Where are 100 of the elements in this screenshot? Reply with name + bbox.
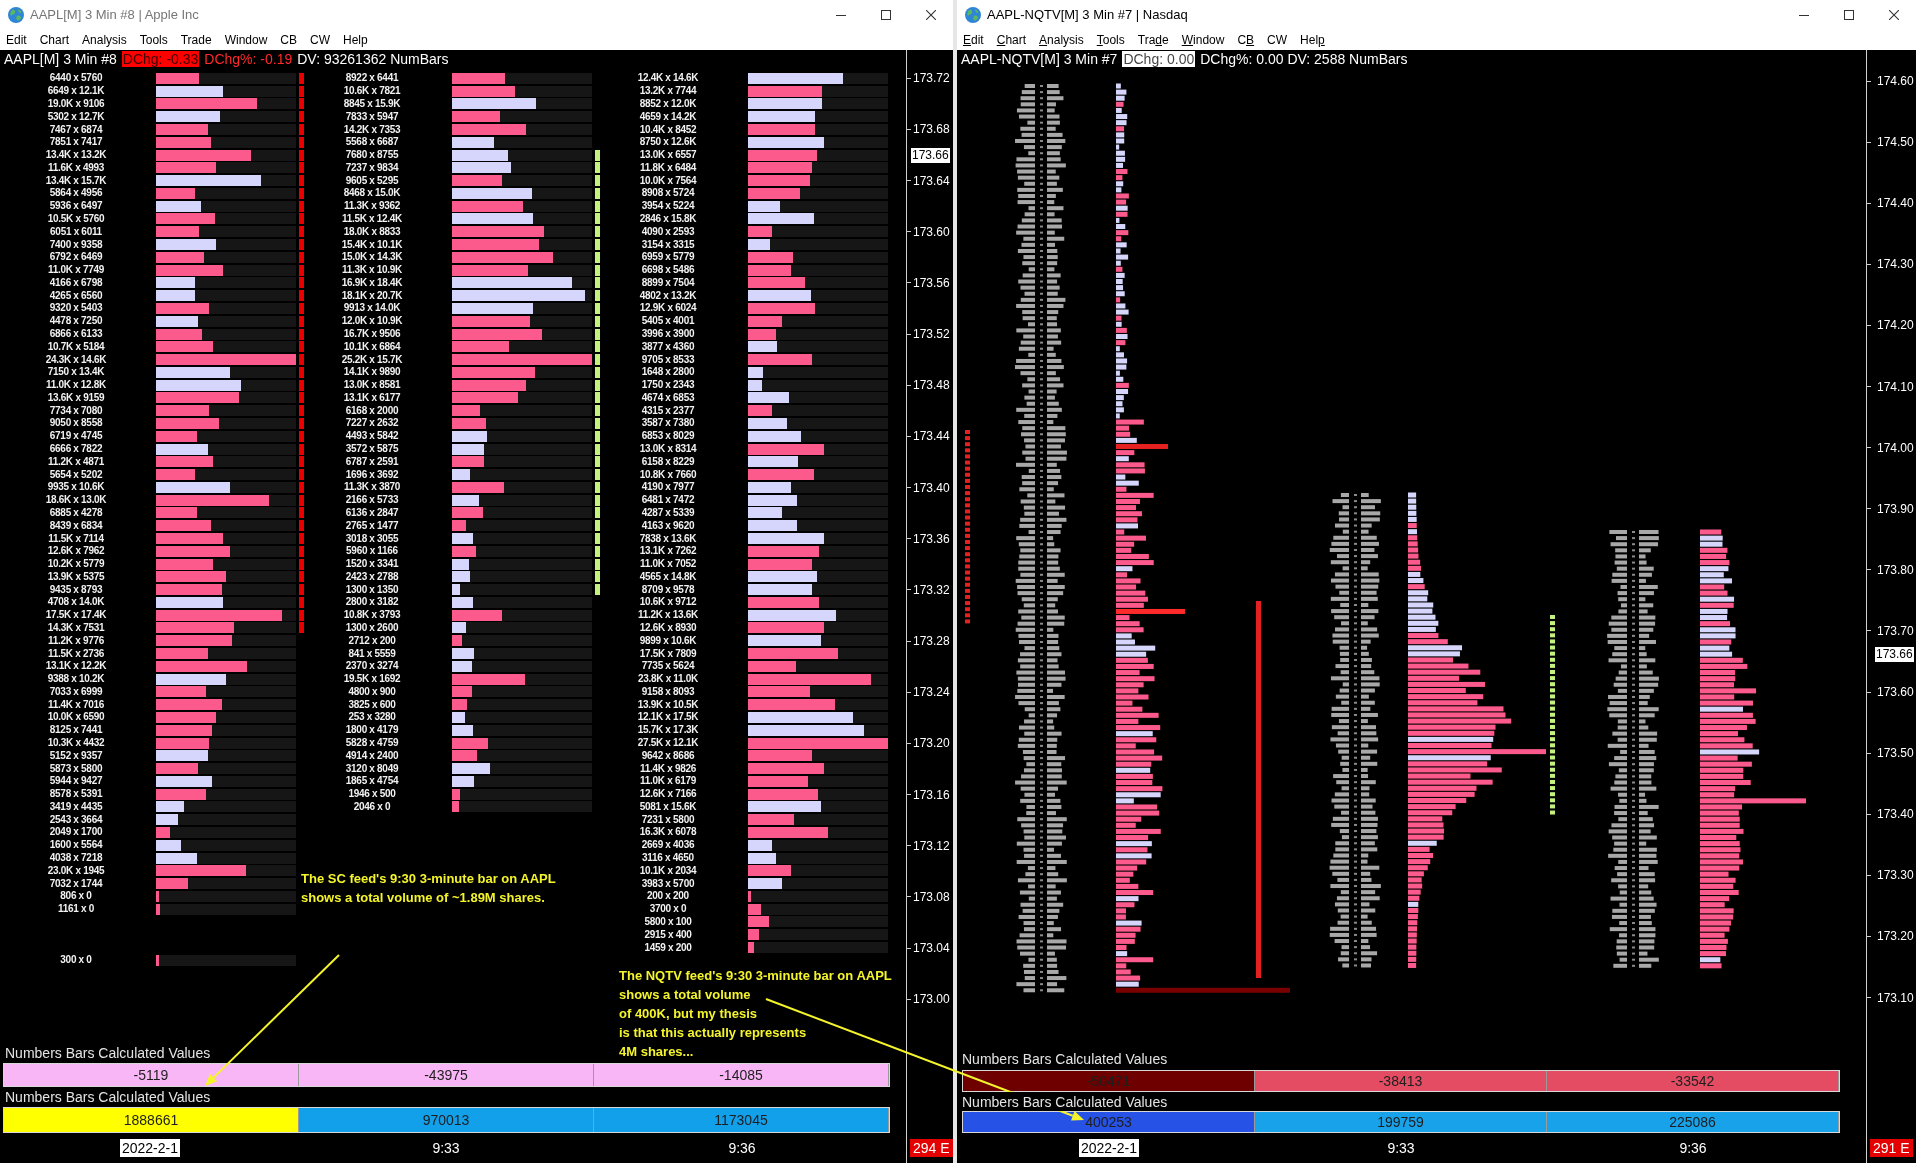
- bid-ask-volume: 13.1K x 7262: [638, 546, 698, 557]
- value-cell: 225086: [1547, 1112, 1839, 1132]
- bid-ask-volume: 25.2K x 15.7K: [340, 354, 404, 365]
- annotation-text: The SC feed's 9:30 3-minute bar on AAPL shows a total volume of ~1.89M shares.: [301, 870, 556, 907]
- bid-ask-volume: 7735 x 5624: [640, 661, 696, 672]
- bid-ask-volume: 14.2K x 7353: [342, 124, 402, 135]
- bid-ask-volume: 12.0K x 10.9K: [340, 316, 404, 327]
- bid-ask-volume: 14.1K x 9890: [342, 367, 402, 378]
- value-cell: -5119: [4, 1064, 299, 1086]
- bid-ask-volume: 13.0K x 6557: [638, 150, 698, 161]
- menu-item[interactable]: CW: [1267, 34, 1288, 46]
- menu-item[interactable]: CB: [1237, 34, 1255, 46]
- price-label: 173.56: [913, 276, 950, 289]
- date-label: 2022-2-1: [119, 1139, 180, 1157]
- bid-ask-volume: 1300 x 2600: [344, 623, 400, 633]
- bid-ask-volume: 10.4K x 8452: [638, 124, 698, 135]
- menu-item[interactable]: Tools: [1096, 34, 1125, 46]
- bid-ask-volume: 8578 x 5391: [48, 789, 104, 800]
- daily-change-box: DChg: 0.00: [1122, 51, 1196, 67]
- bid-ask-volume: 1520 x 3341: [344, 559, 400, 570]
- window-title: AAPL-NQTV[M] 3 Min #7 | Nasdaq: [987, 6, 1188, 25]
- menu-item[interactable]: Window: [224, 34, 268, 46]
- menu-item[interactable]: Chart: [39, 34, 70, 46]
- bid-ask-volume: 9388 x 10.2K: [46, 674, 106, 685]
- value-cell: 970013: [299, 1108, 594, 1132]
- bid-ask-volume: 4315 x 2377: [640, 405, 696, 416]
- bid-ask-volume: 11.0K x 7052: [639, 559, 697, 570]
- price-label: 174.20: [1877, 319, 1914, 332]
- price-label: 173.60: [1877, 686, 1914, 698]
- bar-count-badge: 291 E: [1870, 1139, 1913, 1157]
- bid-ask-volume: 5936 x 6497: [48, 201, 104, 212]
- bid-ask-volume: 4287 x 5339: [640, 507, 696, 518]
- menu-item[interactable]: Analysis: [82, 34, 127, 46]
- menu-item[interactable]: Help: [1300, 34, 1325, 46]
- bid-ask-volume: 5654 x 5202: [48, 469, 104, 480]
- bid-ask-volume: 2046 x 0: [352, 801, 392, 812]
- bid-ask-volume: 8899 x 7504: [640, 277, 696, 288]
- bid-ask-volume: 3419 x 4435: [48, 801, 104, 812]
- bid-ask-volume: 11.0K x 6179: [639, 776, 697, 787]
- bid-ask-volume: 7400 x 9358: [48, 239, 104, 250]
- bid-ask-volume: 11.2K x 4871: [47, 456, 105, 467]
- menu-item[interactable]: Window: [1181, 34, 1225, 46]
- bid-ask-volume: 9320 x 5403: [48, 303, 104, 314]
- price-label: 173.20: [1877, 930, 1914, 943]
- bid-ask-volume: 253 x 3280: [347, 712, 397, 723]
- bid-ask-volume: 7833 x 5947: [344, 111, 400, 122]
- bid-ask-volume: 4802 x 13.2K: [638, 290, 698, 301]
- bid-ask-volume: 6666 x 7822: [48, 444, 104, 455]
- menu-item[interactable]: Help: [343, 34, 368, 46]
- price-label: 173.28: [913, 635, 950, 648]
- menu-item[interactable]: Analysis: [1039, 34, 1084, 46]
- bid-ask-volume: 5873 x 5800: [48, 763, 104, 774]
- bid-ask-volume: 5152 x 9357: [48, 750, 104, 761]
- bid-ask-volume: 7680 x 8755: [344, 150, 400, 161]
- bid-ask-volume: 8439 x 6834: [48, 520, 104, 531]
- bid-ask-volume: 8709 x 9578: [640, 584, 696, 595]
- price-label: 173.44: [913, 430, 950, 443]
- bid-ask-volume: 6158 x 8229: [640, 456, 696, 467]
- bid-ask-volume: 3572 x 5875: [344, 444, 400, 455]
- bid-ask-volume: 19.0K x 9106: [46, 98, 106, 109]
- bid-ask-volume: 4090 x 2593: [640, 226, 696, 237]
- bid-ask-volume: 10.1K x 2034: [638, 865, 698, 876]
- price-label: 173.90: [1877, 502, 1914, 515]
- window-title: AAPL[M] 3 Min #8 | Apple Inc: [30, 6, 199, 25]
- time-label: 9:33: [1387, 1139, 1415, 1157]
- bid-ask-volume: 7150 x 13.4K: [46, 367, 106, 378]
- panel-label: Numbers Bars Calculated Values: [962, 1092, 1168, 1111]
- bid-ask-volume: 8908 x 5724: [640, 188, 696, 199]
- value-cell: -33542: [1547, 1071, 1839, 1091]
- bid-ask-volume: 10.6K x 7821: [342, 86, 402, 97]
- menu-item[interactable]: Trade: [180, 34, 212, 46]
- menu-item[interactable]: Edit: [6, 34, 27, 46]
- bid-ask-volume: 3154 x 3315: [640, 239, 696, 250]
- bid-ask-volume: 7033 x 6999: [48, 686, 104, 697]
- menu-item[interactable]: CW: [310, 34, 330, 46]
- bid-ask-volume: 10.1K x 6864: [342, 341, 402, 352]
- price-label: 173.80: [1877, 563, 1914, 576]
- globe-icon: [965, 7, 981, 23]
- bid-ask-volume: 7237 x 9834: [344, 162, 400, 173]
- value-cell: -50471: [963, 1071, 1255, 1091]
- menu-item[interactable]: Tools: [139, 34, 168, 46]
- bid-ask-volume: 12.4K x 14.6K: [636, 73, 700, 84]
- menu-item[interactable]: Chart: [996, 34, 1027, 46]
- bid-ask-volume: 4478 x 7250: [48, 316, 104, 327]
- menu-item[interactable]: Trade: [1137, 34, 1169, 46]
- menu-item[interactable]: Edit: [963, 34, 984, 46]
- value-cell: -43975: [299, 1064, 594, 1086]
- value-cell: -38413: [1255, 1071, 1547, 1091]
- menu-item[interactable]: CB: [280, 34, 297, 46]
- bid-ask-volume: 5081 x 15.6K: [638, 801, 698, 812]
- bid-ask-volume: 6866 x 6133: [48, 329, 104, 339]
- bid-ask-volume: 8468 x 15.0K: [342, 188, 402, 199]
- bid-ask-volume: 806 x 0: [59, 891, 93, 902]
- bid-ask-volume: 4493 x 5842: [344, 431, 400, 442]
- bid-ask-volume: 5828 x 4759: [344, 738, 400, 748]
- bid-ask-volume: 23.8K x 11.0K: [636, 674, 699, 685]
- bid-ask-volume: 7231 x 5800: [640, 814, 696, 825]
- bid-ask-volume: 17.5K x 17.4K: [44, 610, 108, 621]
- bid-ask-volume: 8922 x 6441: [344, 73, 400, 84]
- bid-ask-volume: 4659 x 14.2K: [638, 111, 698, 122]
